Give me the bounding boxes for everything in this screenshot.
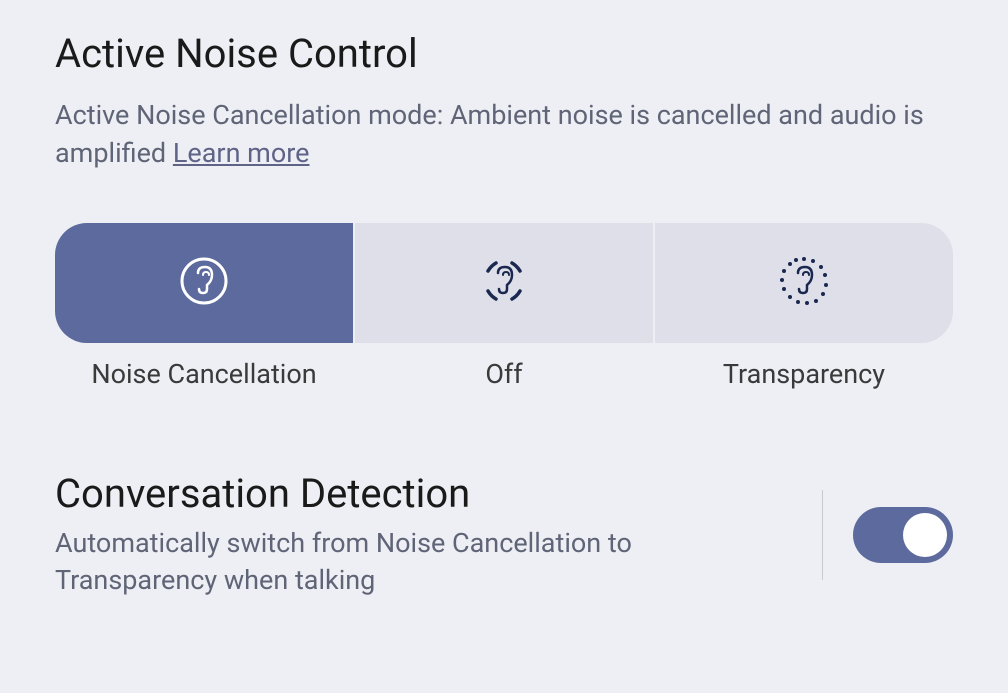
active-noise-control-title: Active Noise Control: [55, 30, 953, 77]
mode-labels: Noise Cancellation Off Transparency: [55, 358, 953, 390]
conversation-detection-title: Conversation Detection: [55, 470, 792, 517]
mode-transparency[interactable]: [655, 223, 953, 343]
conversation-detection-toggle[interactable]: [853, 507, 953, 563]
mode-off[interactable]: [355, 223, 653, 343]
mode-selector: [55, 223, 953, 343]
conversation-detection-text: Conversation Detection Automatically swi…: [55, 470, 822, 601]
learn-more-link[interactable]: Learn more: [173, 137, 310, 169]
conversation-detection-section: Conversation Detection Automatically swi…: [55, 470, 953, 601]
mode-label-transparency: Transparency: [655, 358, 953, 390]
mode-noise-cancellation[interactable]: [55, 223, 353, 343]
ear-solid-icon: [178, 255, 230, 311]
active-noise-control-description: Active Noise Cancellation mode: Ambient …: [55, 97, 953, 173]
divider: [822, 490, 823, 580]
conversation-detection-description: Automatically switch from Noise Cancella…: [55, 525, 792, 601]
mode-label-noise-cancellation: Noise Cancellation: [55, 358, 353, 390]
toggle-knob: [903, 513, 947, 557]
ear-dashed-icon: [478, 255, 530, 311]
active-noise-control-section: Active Noise Control Active Noise Cancel…: [55, 30, 953, 390]
mode-label-off: Off: [355, 358, 653, 390]
ear-dotted-icon: [778, 255, 830, 311]
